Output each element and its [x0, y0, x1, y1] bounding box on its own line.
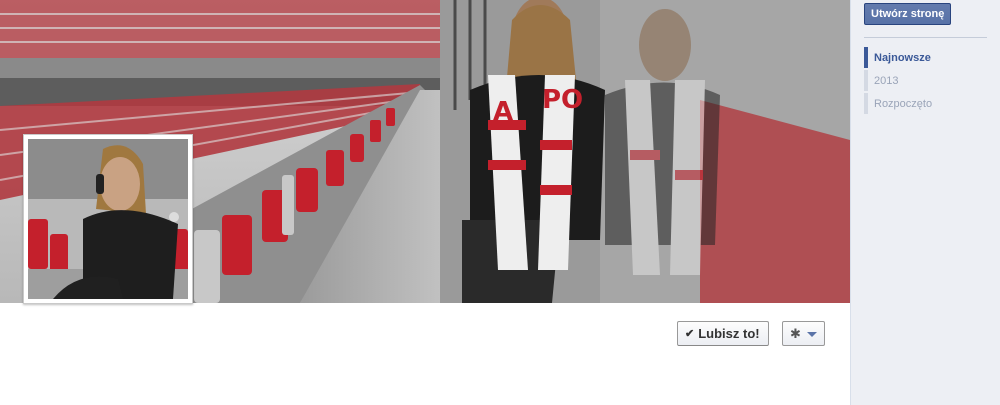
check-icon: ✔	[685, 328, 695, 340]
like-button-label: Lubisz to!	[698, 326, 760, 341]
timeline-item-rozpoczeto[interactable]: Rozpoczęto	[864, 92, 989, 115]
page: A PO ✔ Lubisz to! ✱ Utwórz stronę Najnow…	[0, 0, 1000, 405]
timeline-item-2013[interactable]: 2013	[864, 69, 989, 92]
scarf-text: A	[493, 97, 513, 127]
like-button[interactable]: ✔ Lubisz to!	[677, 321, 769, 346]
profile-picture-image	[28, 139, 188, 299]
create-page-button[interactable]: Utwórz stronę	[864, 3, 952, 25]
gear-icon: ✱	[790, 326, 801, 341]
right-sidebar: Utwórz stronę Najnowsze 2013 Rozpoczęto	[850, 0, 1000, 405]
dropdown-caret-icon	[806, 331, 817, 337]
timeline-item-najnowsze[interactable]: Najnowsze	[864, 46, 989, 69]
settings-menu-button[interactable]: ✱	[782, 321, 825, 346]
scarf-text-2: PO	[542, 85, 583, 115]
sidebar-divider	[864, 37, 987, 38]
profile-picture[interactable]	[23, 134, 193, 304]
timeline-nav: Najnowsze 2013 Rozpoczęto	[864, 46, 989, 115]
